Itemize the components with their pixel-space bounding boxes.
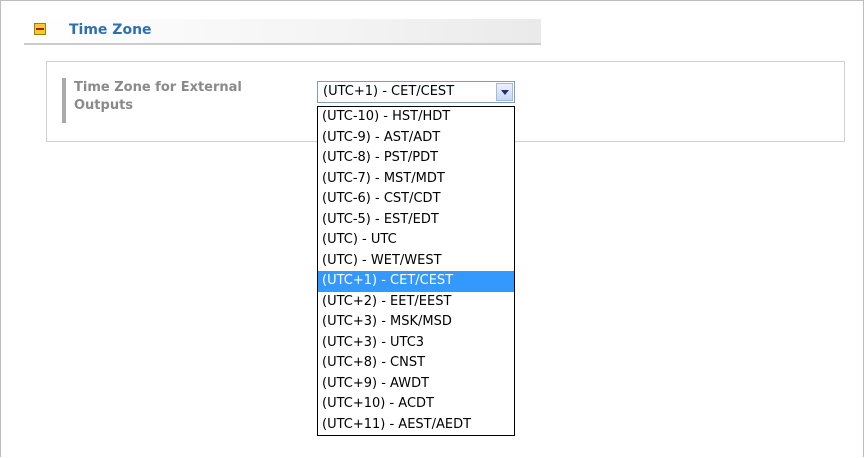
dropdown-option[interactable]: (UTC+8) - CNST	[318, 353, 514, 374]
dropdown-option[interactable]: (UTC-7) - MST/MDT	[318, 169, 514, 190]
time-zone-field-label: Time Zone for External Outputs	[74, 80, 242, 113]
dropdown-option[interactable]: (UTC-8) - PST/PDT	[318, 148, 514, 169]
field-indicator-bar	[62, 78, 66, 123]
dropdown-option[interactable]: (UTC-10) - HST/HDT	[318, 107, 514, 128]
time-zone-dropdown-list[interactable]: (UTC-10) - HST/HDT (UTC-9) - AST/ADT (UTC-…	[317, 106, 515, 436]
dropdown-option[interactable]: (UTC+10) - ACDT	[318, 394, 514, 415]
section-title: Time Zone	[69, 22, 152, 38]
dropdown-option[interactable]: (UTC+3) - MSK/MSD	[318, 312, 514, 333]
dropdown-option[interactable]: (UTC+11) - AEST/AEDT	[318, 415, 514, 436]
dropdown-option[interactable]: (UTC+2) - EET/EEST	[318, 292, 514, 313]
chevron-down-icon[interactable]	[496, 83, 513, 101]
dropdown-option[interactable]: (UTC-5) - EST/EDT	[318, 210, 514, 231]
dropdown-option[interactable]: (UTC+9) - AWDT	[318, 374, 514, 395]
select-current-value: (UTC+1) - CET/CEST	[323, 84, 455, 99]
time-zone-select[interactable]: (UTC+1) - CET/CEST	[317, 81, 515, 103]
dropdown-option[interactable]: (UTC+1) - CET/CEST	[318, 271, 514, 292]
dropdown-option[interactable]: (UTC-6) - CST/CDT	[318, 189, 514, 210]
dropdown-option[interactable]: (UTC+3) - UTC3	[318, 333, 514, 354]
collapse-icon[interactable]	[34, 23, 46, 35]
dropdown-option[interactable]: (UTC) - UTC	[318, 230, 514, 251]
dropdown-option[interactable]: (UTC-9) - AST/ADT	[318, 128, 514, 149]
dropdown-option[interactable]: (UTC) - WET/WEST	[318, 251, 514, 272]
section-header: Time Zone	[24, 19, 541, 45]
